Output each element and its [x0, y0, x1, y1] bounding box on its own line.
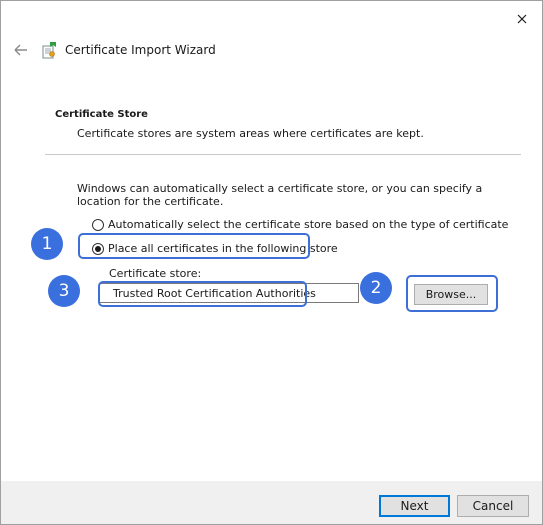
- radio-auto-select[interactable]: Automatically select the certificate sto…: [92, 218, 508, 231]
- step-marker-3: 3: [48, 275, 80, 307]
- section-description: Certificate stores are system areas wher…: [77, 127, 424, 140]
- step-marker-2: 2: [360, 272, 392, 304]
- next-button[interactable]: Next: [379, 495, 450, 517]
- certificate-import-wizard-dialog: Certificate Import Wizard Certificate St…: [0, 0, 543, 525]
- radio-auto-label: Automatically select the certificate sto…: [108, 218, 509, 231]
- section-title: Certificate Store: [55, 109, 148, 120]
- back-arrow-icon: [14, 44, 27, 56]
- back-button[interactable]: [11, 41, 33, 59]
- certificate-icon: [41, 41, 59, 59]
- radio-button-unchecked[interactable]: [92, 218, 104, 231]
- highlight-box-store: [98, 281, 307, 307]
- close-button[interactable]: [509, 9, 535, 31]
- intro-text: Windows can automatically select a certi…: [77, 182, 483, 208]
- highlight-box-browse: [406, 275, 498, 312]
- step-marker-1: 1: [31, 228, 63, 260]
- wizard-title: Certificate Import Wizard: [65, 43, 216, 57]
- highlight-box-radio: [78, 233, 310, 259]
- cancel-button[interactable]: Cancel: [457, 495, 529, 517]
- certificate-store-label: Certificate store:: [109, 267, 202, 280]
- close-icon: [517, 14, 527, 24]
- divider: [45, 154, 521, 155]
